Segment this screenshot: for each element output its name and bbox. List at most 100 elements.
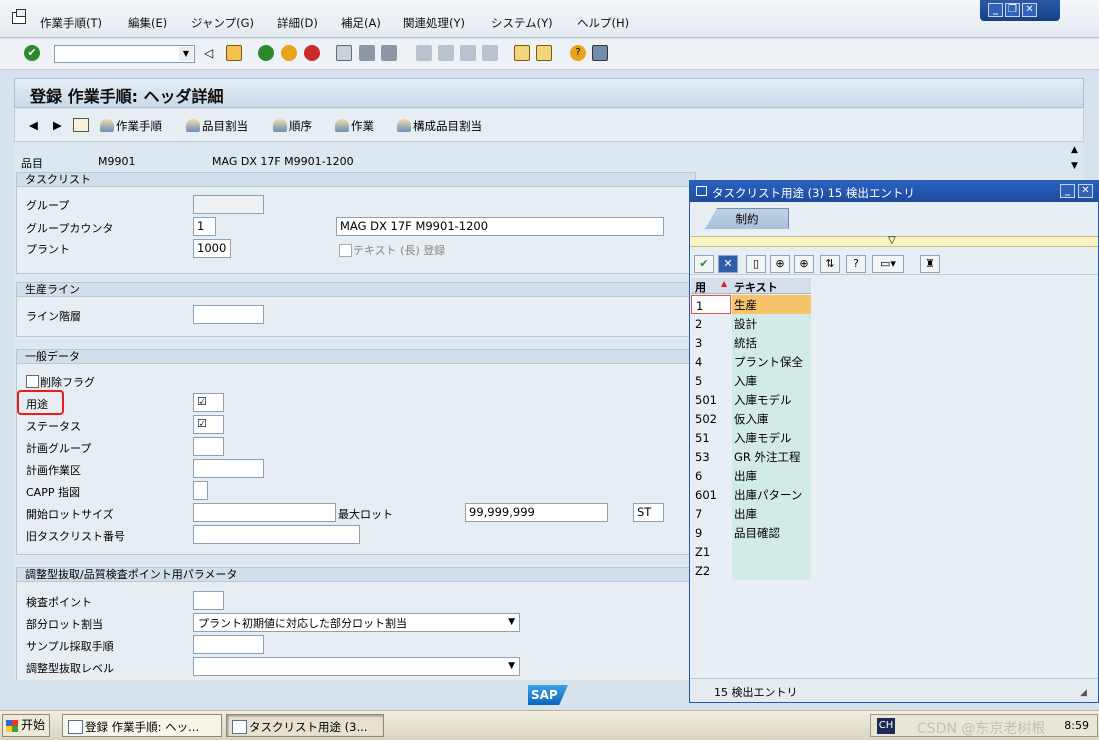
save-icon[interactable] (226, 45, 242, 61)
capp-field[interactable] (193, 481, 208, 500)
from-lot-size-field[interactable] (193, 503, 336, 522)
previous-page-icon[interactable] (438, 45, 454, 61)
start-button[interactable]: 开始 (2, 714, 50, 737)
component-assignment-button[interactable]: 構成品目割当 (397, 118, 482, 134)
plant-field[interactable]: 1000 (193, 239, 231, 258)
print-icon[interactable] (336, 45, 352, 61)
menu-tasklist[interactable]: 作業手順(T) (40, 15, 102, 31)
info-icon[interactable]: ? (846, 255, 866, 273)
list-item[interactable]: 53 GR 外注工程 (691, 447, 811, 466)
status-field[interactable]: ☑ (193, 415, 224, 434)
chevron-down-icon[interactable]: ▼ (179, 47, 193, 61)
confirm-icon[interactable]: ✔ (694, 255, 714, 273)
personalize-icon[interactable]: ♜ (920, 255, 940, 273)
list-item[interactable]: 5 入庫 (691, 371, 811, 390)
exit-icon[interactable] (281, 45, 297, 61)
back-icon[interactable] (258, 45, 274, 61)
group-field[interactable] (193, 195, 264, 214)
next-icon[interactable]: ▶ (53, 118, 62, 132)
list-item[interactable]: 501 入庫モデル (691, 390, 811, 409)
minimize-icon[interactable]: _ (1060, 184, 1075, 198)
menu-edit[interactable]: 編集(E) (128, 15, 167, 31)
watermark: CSDN @东京老树根 (917, 721, 1046, 737)
scroll-down-icon[interactable]: ▼ (1071, 161, 1078, 171)
list-item[interactable]: 601 出庫パターン (691, 485, 811, 504)
delete-flag-checkbox[interactable] (26, 375, 39, 388)
expand-icon[interactable]: ▽ (888, 235, 896, 246)
sequence-button[interactable]: 順序 (273, 118, 312, 134)
list-item[interactable]: 3 統括 (691, 333, 811, 352)
list-item[interactable]: 1 生産 (691, 295, 811, 314)
close-icon[interactable]: ✕ (1078, 184, 1093, 198)
list-item[interactable]: 7 出庫 (691, 504, 811, 523)
ime-indicator[interactable]: CH (877, 718, 895, 734)
restrictions-collapse-bar[interactable]: ▽ (690, 235, 1098, 247)
col-text-header[interactable]: テキスト (734, 279, 778, 295)
resize-grip-icon[interactable]: ◢ (1080, 688, 1087, 698)
cancel-icon[interactable]: ✕ (718, 255, 738, 273)
usage-field[interactable]: ☑ (193, 393, 224, 412)
cancel-icon[interactable] (304, 45, 320, 61)
close-icon[interactable]: ✕ (1022, 3, 1037, 17)
new-document-icon[interactable]: ▯ (746, 255, 766, 273)
line-level-field[interactable] (193, 305, 264, 324)
edit-icon[interactable] (73, 118, 89, 132)
menu-details[interactable]: 詳細(D) (277, 15, 318, 31)
col-usage-header[interactable]: 用 (695, 279, 706, 295)
list-item[interactable]: 6 出庫 (691, 466, 811, 485)
find-next-icon[interactable]: ⊕ (794, 255, 814, 273)
restore-icon[interactable]: ❐ (1005, 3, 1020, 17)
to-lot-size-field[interactable]: 99,999,999 (465, 503, 608, 522)
previous-icon[interactable]: ◀ (29, 118, 38, 132)
help-icon[interactable]: ? (570, 45, 586, 61)
next-page-icon[interactable] (460, 45, 476, 61)
layout-icon[interactable] (592, 45, 608, 61)
taskbar-item-tasklist[interactable]: 登録 作業手順: ヘッ... (62, 714, 222, 737)
new-session-icon[interactable] (514, 45, 530, 61)
menu-help[interactable]: ヘルプ(H) (577, 15, 629, 31)
list-item[interactable]: Z2 (691, 561, 811, 580)
operation-button[interactable]: 作業 (335, 118, 374, 134)
planning-work-center-field[interactable] (193, 459, 264, 478)
find-icon[interactable] (359, 45, 375, 61)
list-item[interactable]: 4 プラント保全 (691, 352, 811, 371)
print-icon[interactable]: ▭▾ (872, 255, 904, 273)
first-page-icon[interactable] (416, 45, 432, 61)
menu-environment[interactable]: 関連処理(Y) (403, 15, 465, 31)
find-icon[interactable]: ⊕ (770, 255, 790, 273)
shortcut-icon[interactable] (536, 45, 552, 61)
unit-field[interactable]: ST (633, 503, 664, 522)
group-counter-field[interactable]: 1 (193, 217, 216, 236)
planner-group-field[interactable] (193, 437, 224, 456)
menu-extras[interactable]: 補足(A) (341, 15, 381, 31)
material-assignment-button[interactable]: 品目割当 (186, 118, 248, 134)
longtext-checkbox[interactable] (339, 244, 352, 257)
scroll-up-icon[interactable]: ▲ (1071, 145, 1078, 155)
sample-procedure-field[interactable] (193, 635, 264, 654)
list-item[interactable]: 502 仮入庫 (691, 409, 811, 428)
menu-goto[interactable]: ジャンプ(G) (191, 15, 254, 31)
description-field[interactable]: MAG DX 17F M9901-1200 (336, 217, 664, 236)
minimize-icon[interactable]: _ (988, 3, 1003, 17)
enter-icon[interactable]: ✔ (24, 45, 40, 61)
entries-found-text: 15 検出エントリ (714, 686, 798, 699)
arrow-left-icon[interactable]: ◁ (204, 45, 220, 61)
sort-icon[interactable]: ⇅ (820, 255, 840, 273)
find-next-icon[interactable] (381, 45, 397, 61)
command-field[interactable]: ▼ (54, 45, 195, 63)
list-item[interactable]: Z1 (691, 542, 811, 561)
taskbar-item-usage-popup[interactable]: タスクリスト用途 (3... (226, 714, 384, 737)
old-tasklist-field[interactable] (193, 525, 360, 544)
partial-lot-dropdown[interactable]: プラント初期値に対応した部分ロット割当 ▼ (193, 613, 520, 632)
tasklist-button[interactable]: 作業手順 (100, 118, 162, 134)
vertical-scrollbar[interactable]: ▲ ▼ (1067, 143, 1084, 183)
list-item[interactable]: 9 品目確認 (691, 523, 811, 542)
dynamic-level-dropdown[interactable]: ▼ (193, 657, 520, 676)
list-item[interactable]: 51 入庫モデル (691, 428, 811, 447)
tab-restrictions[interactable]: 制約 (705, 208, 789, 229)
last-page-icon[interactable] (482, 45, 498, 61)
menu-system[interactable]: システム(Y) (491, 15, 553, 31)
system-menu-icon[interactable] (12, 9, 26, 24)
list-item[interactable]: 2 設計 (691, 314, 811, 333)
inspection-points-field[interactable] (193, 591, 224, 610)
